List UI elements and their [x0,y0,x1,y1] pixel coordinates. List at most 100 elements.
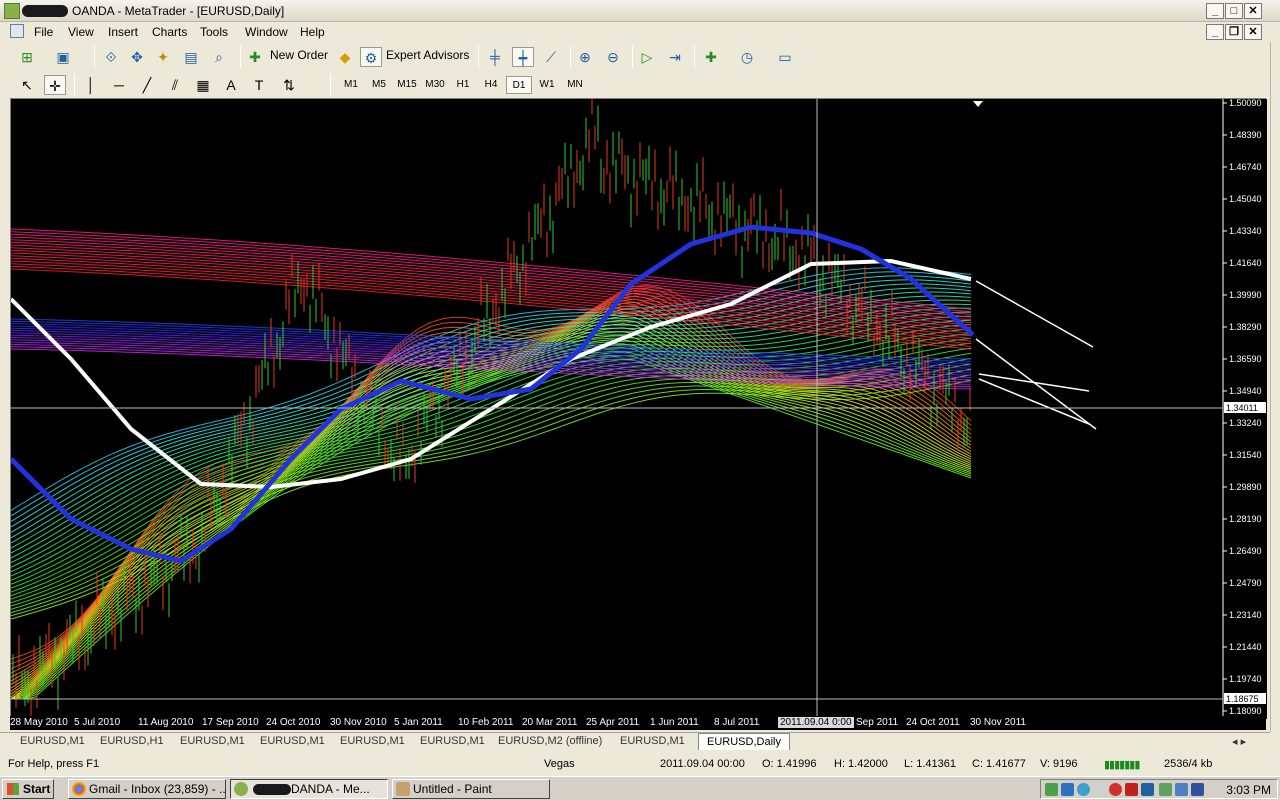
arrows-icon[interactable]: ⇅ [278,75,300,95]
timeframe-m5[interactable]: M5 [366,76,392,94]
new-order-button[interactable]: New Order [270,48,328,62]
price-label: 1.48390 [1229,130,1262,140]
tray-icon[interactable] [1125,783,1138,796]
chart-canvas[interactable]: 1.50090 1.48390 1.46740 1.45040 1.43340 1.416… [11,99,1267,719]
volume-icon[interactable] [1191,783,1204,796]
templates-icon[interactable]: ▭ [774,47,796,67]
child-close-button[interactable]: ✕ [1244,24,1262,40]
text-icon[interactable]: A [220,75,242,95]
new-chart-icon[interactable]: ⊞ [16,47,38,67]
traffic-info: 2536/4 kb [1164,758,1213,770]
menu-tools[interactable]: Tools [200,25,228,39]
taskbar-item-metatrader[interactable]: DANDA - Me... [230,779,388,799]
timeframe-h4[interactable]: H4 [478,76,504,94]
warning-icon[interactable]: ◆ [334,47,356,67]
new-order-icon[interactable]: ✚ [244,47,266,67]
separator [74,74,75,96]
timeframe-m1[interactable]: M1 [338,76,364,94]
timeframe-m15[interactable]: M15 [394,76,420,94]
zoom-out-icon[interactable]: ⊖ [602,47,624,67]
taskbar-item-paint[interactable]: Untitled - Paint [392,779,550,799]
price-label: 1.24790 [1229,578,1262,588]
chart-tab[interactable]: EURUSD,M2 (offline) [498,735,602,747]
start-button[interactable]: Start [2,779,54,799]
price-label: 1.34940 [1229,386,1262,396]
chart-tab[interactable]: EURUSD,M1 [20,735,85,747]
separator [478,46,479,68]
tray-icon[interactable] [1045,783,1058,796]
chart-tab[interactable]: EURUSD,M1 [340,735,405,747]
zoom-in-icon[interactable]: ⊕ [574,47,596,67]
crosshair-icon[interactable]: ✛ [44,75,66,95]
chart-tab[interactable]: EURUSD,Daily [698,733,790,750]
bar-chart-icon[interactable]: ╪ [484,47,506,67]
price-label: 1.41640 [1229,258,1262,268]
tray-icon[interactable] [1175,783,1188,796]
right-scrollbar[interactable] [1270,42,1280,732]
child-restore-button[interactable]: ❐ [1225,24,1243,40]
trendline-icon[interactable]: ╱ [136,75,158,95]
fibonacci-icon[interactable]: ▦ [192,75,214,95]
minimize-button[interactable]: _ [1206,3,1224,19]
tray-icon[interactable] [1093,783,1106,796]
price-label: 1.29890 [1229,482,1262,492]
chart-tab[interactable]: EURUSD,H1 [100,735,164,747]
cursor-icon[interactable]: ↖ [16,75,38,95]
expert-advisors-icon[interactable]: ⚙ [360,47,382,67]
horizontal-line-icon[interactable]: ─ [108,75,130,95]
autoscroll-icon[interactable]: ▷ [636,47,658,67]
chart-tab[interactable]: EURUSD,M1 [420,735,485,747]
tray-icon[interactable] [1141,783,1154,796]
separator [240,46,241,68]
tray-icon[interactable] [1109,783,1122,796]
price-label: 1.28190 [1229,514,1262,524]
chart-tab[interactable]: EURUSD,M1 [180,735,245,747]
metatrader-app-icon[interactable] [4,3,20,19]
price-label: 1.23140 [1229,610,1262,620]
menu-window[interactable]: Window [245,25,288,39]
periods-icon[interactable]: ◷ [736,47,758,67]
price-label: 1.39990 [1229,290,1262,300]
redacted-text [22,5,68,17]
text-label-icon[interactable]: T [248,75,270,95]
chart-shift-icon[interactable]: ⇥ [664,47,686,67]
price-label: 1.36590 [1229,354,1262,364]
child-minimize-button[interactable]: _ [1206,24,1224,40]
timeframe-h1[interactable]: H1 [450,76,476,94]
document-icon[interactable] [10,24,24,38]
date-tick-label: 30 Nov 2010 [330,717,387,728]
candlestick-icon[interactable]: ┿ [512,47,534,67]
vertical-line-icon[interactable]: │ [80,75,102,95]
chart-tab[interactable]: EURUSD,M1 [260,735,325,747]
market-watch-icon[interactable]: ⟐ [100,47,122,67]
menu-file[interactable]: File [34,25,53,39]
tray-icon[interactable] [1159,783,1172,796]
maximize-button[interactable]: □ [1225,3,1243,19]
menu-view[interactable]: View [68,25,94,39]
terminal-icon[interactable]: ▤ [180,47,202,67]
chart-tab[interactable]: EURUSD,M1 [620,735,685,747]
data-window-icon[interactable]: ✦ [152,47,174,67]
menu-charts[interactable]: Charts [152,25,187,39]
timeframe-m30[interactable]: M30 [422,76,448,94]
timeframe-d1[interactable]: D1 [506,76,532,94]
strategy-tester-icon[interactable]: ⌕ [208,47,230,67]
profiles-icon[interactable]: ▣ [52,47,74,67]
expert-advisors-button[interactable]: Expert Advisors [386,48,469,62]
start-label: Start [23,782,51,796]
timeframe-w1[interactable]: W1 [534,76,560,94]
channel-icon[interactable]: ⫽ [164,75,186,95]
timeframe-mn[interactable]: MN [562,76,588,94]
line-chart-icon[interactable]: ⟋ [540,47,562,67]
indicators-icon[interactable]: ✚ [700,47,722,67]
bar-open: O: 1.41996 [762,758,817,770]
tab-scroll-arrows-icon[interactable]: ◂ ▸ [1232,735,1246,748]
taskbar-item-gmail[interactable]: Gmail - Inbox (23,859) - ... [68,779,226,799]
close-button[interactable]: ✕ [1244,3,1262,19]
tray-icon[interactable] [1061,783,1074,796]
menu-insert[interactable]: Insert [108,25,138,39]
navigator-icon[interactable]: ✥ [126,47,148,67]
tray-icon[interactable] [1077,783,1090,796]
price-chart[interactable]: 1.50090 1.48390 1.46740 1.45040 1.43340 1.416… [10,98,1267,719]
menu-help[interactable]: Help [300,25,325,39]
